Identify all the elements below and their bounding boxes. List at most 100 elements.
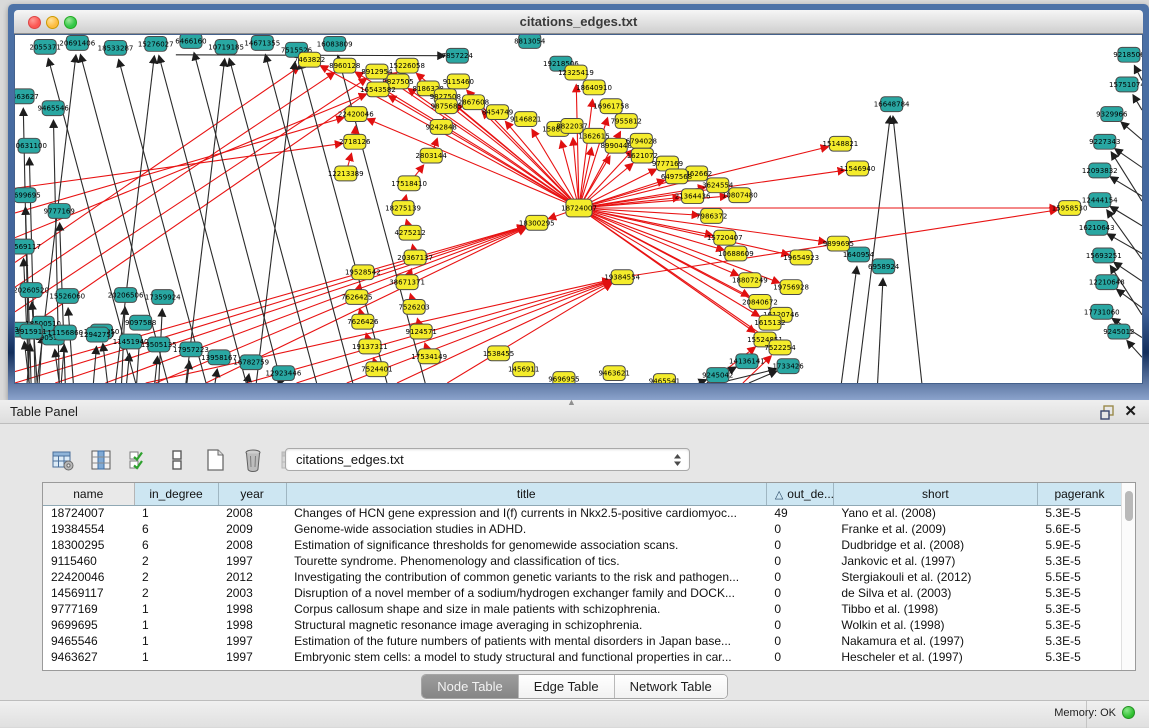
graph-node[interactable]: 12923446	[266, 366, 302, 381]
cell-name[interactable]: 9115460	[43, 553, 134, 569]
graph-node[interactable]: 18275139	[385, 201, 421, 216]
cell-title[interactable]: Changes of HCN gene expression and I(f) …	[286, 505, 766, 521]
cell-title[interactable]: Embryonic stem cells: a model to study s…	[286, 649, 766, 665]
cell-name[interactable]: 22420046	[43, 569, 134, 585]
graph-node[interactable]: 9124571	[406, 324, 437, 339]
graph-node[interactable]: 15226058	[389, 58, 425, 73]
cell-out_de[interactable]: 0	[766, 649, 833, 665]
graph-node[interactable]: 9465541	[649, 374, 680, 383]
table-row[interactable]: 911546021997Tourette syndrome. Phenomeno…	[43, 553, 1122, 569]
graph-node[interactable]: 15276027	[138, 36, 174, 51]
graph-node[interactable]: 38671371	[389, 275, 425, 290]
cell-out_de[interactable]: 0	[766, 585, 833, 601]
cell-title[interactable]: Disruption of a novel member of a sodium…	[286, 585, 766, 601]
table-row[interactable]: 1456911722003Disruption of a novel membe…	[43, 585, 1122, 601]
graph-node[interactable]: 8454749	[482, 105, 513, 120]
cell-pagerank[interactable]: 5.9E-5	[1037, 537, 1121, 553]
graph-node[interactable]: 18533287	[98, 40, 134, 55]
table-row[interactable]: 946554611997Estimation of the future num…	[43, 633, 1122, 649]
tab-node-table[interactable]: Node Table	[422, 675, 518, 698]
graph-node[interactable]: 7524401	[361, 362, 392, 377]
cell-short[interactable]: Wolkin et al. (1998)	[833, 617, 1037, 633]
cell-pagerank[interactable]: 5.3E-5	[1037, 649, 1121, 665]
graph-node[interactable]: 6958924	[868, 259, 900, 274]
table-row[interactable]: 1830029562008Estimation of significance …	[43, 537, 1122, 553]
window-titlebar[interactable]: citations_edges.txt	[14, 10, 1143, 34]
cell-out_de[interactable]: 0	[766, 553, 833, 569]
cell-out_de[interactable]: 49	[766, 505, 833, 521]
graph-node[interactable]: 7626426	[347, 314, 378, 329]
graph-node[interactable]: 4275212	[394, 225, 425, 240]
graph-node[interactable]: 9875685	[431, 99, 462, 114]
cell-short[interactable]: de Silva et al. (2003)	[833, 585, 1037, 601]
cell-short[interactable]: Jankovic et al. (1997)	[833, 553, 1037, 569]
graph-node-hub[interactable]: 18724007	[561, 199, 597, 217]
column-header-title[interactable]: title	[286, 483, 766, 505]
column-header-pagerank[interactable]: pagerank	[1037, 483, 1121, 505]
cell-title[interactable]: Tourette syndrome. Phenomenology and cla…	[286, 553, 766, 569]
graph-node[interactable]: 9115460	[443, 74, 474, 89]
graph-node[interactable]: 17359924	[145, 290, 181, 305]
cell-in_degree[interactable]: 1	[134, 633, 218, 649]
cell-pagerank[interactable]: 5.6E-5	[1037, 521, 1121, 537]
cell-name[interactable]: 18724007	[43, 505, 134, 521]
graph-node[interactable]: 2055371	[30, 39, 61, 54]
cell-out_de[interactable]: 0	[766, 537, 833, 553]
graph-node[interactable]: 20260520	[15, 283, 49, 298]
graph-node[interactable]: 18640910	[576, 80, 612, 95]
cell-name[interactable]: 9465546	[43, 633, 134, 649]
cell-out_de[interactable]: 0	[766, 521, 833, 537]
cell-in_degree[interactable]: 1	[134, 617, 218, 633]
graph-node[interactable]: 9329966	[1096, 107, 1127, 122]
graph-node[interactable]: 6794028	[626, 133, 657, 148]
graph-node[interactable]: 8960128	[329, 58, 360, 73]
cell-in_degree[interactable]: 2	[134, 585, 218, 601]
table-row[interactable]: 1872400712008Changes of HCN gene express…	[43, 505, 1122, 521]
cell-year[interactable]: 1998	[218, 617, 286, 633]
graph-node[interactable]: 19654923	[783, 250, 819, 265]
table-options-icon[interactable]	[50, 447, 76, 473]
graph-node[interactable]: 20691406	[59, 35, 95, 50]
new-table-icon[interactable]	[202, 447, 228, 473]
cell-name[interactable]: 9777169	[43, 601, 134, 617]
cell-out_de[interactable]: 0	[766, 633, 833, 649]
graph-node[interactable]: 19528542	[345, 265, 381, 280]
cell-pagerank[interactable]: 5.3E-5	[1037, 553, 1121, 569]
cell-year[interactable]: 2008	[218, 505, 286, 521]
cell-in_degree[interactable]: 1	[134, 505, 218, 521]
table-row[interactable]: 946362711997Embryonic stem cells: a mode…	[43, 649, 1122, 665]
graph-node[interactable]: 9899695	[823, 236, 854, 251]
graph-node[interactable]: 16083809	[317, 36, 353, 51]
graph-node[interactable]: 17518410	[391, 176, 427, 191]
graph-node[interactable]: 7857224	[442, 48, 474, 63]
graph-node[interactable]: 15526060	[49, 289, 85, 304]
cell-in_degree[interactable]: 1	[134, 649, 218, 665]
graph-node[interactable]: 6466160	[175, 35, 206, 48]
cell-pagerank[interactable]: 5.5E-5	[1037, 569, 1121, 585]
cell-pagerank[interactable]: 5.3E-5	[1037, 633, 1121, 649]
graph-node[interactable]: 10688609	[718, 246, 754, 261]
graph-node[interactable]: 7522254	[764, 340, 796, 355]
graph-node[interactable]: 1538455	[483, 346, 514, 361]
cell-name[interactable]: 14569117	[43, 585, 134, 601]
graph-node[interactable]: 12213389	[328, 166, 364, 181]
graph-node[interactable]: 9245042	[702, 368, 733, 383]
cell-short[interactable]: Franke et al. (2009)	[833, 521, 1037, 537]
graph-node[interactable]: 1615132	[754, 315, 785, 330]
graph-node[interactable]: 16648784	[874, 97, 910, 112]
graph-node[interactable]: 7955812	[611, 114, 642, 129]
cell-in_degree[interactable]: 2	[134, 569, 218, 585]
cell-title[interactable]: Corpus callosum shape and size in male p…	[286, 601, 766, 617]
cell-title[interactable]: Estimation of the future numbers of pati…	[286, 633, 766, 649]
cell-year[interactable]: 2008	[218, 537, 286, 553]
table-scrollbar[interactable]	[1121, 483, 1135, 670]
cell-year[interactable]: 2009	[218, 521, 286, 537]
show-column-icon[interactable]	[88, 447, 114, 473]
column-header-in_degree[interactable]: in_degree	[134, 483, 218, 505]
cell-out_de[interactable]: 0	[766, 601, 833, 617]
cell-out_de[interactable]: 0	[766, 569, 833, 585]
graph-node[interactable]: 2718126	[339, 134, 370, 149]
cell-short[interactable]: Yano et al. (2008)	[833, 505, 1037, 521]
graph-node[interactable]: 20631100	[15, 138, 47, 153]
cell-in_degree[interactable]: 2	[134, 553, 218, 569]
